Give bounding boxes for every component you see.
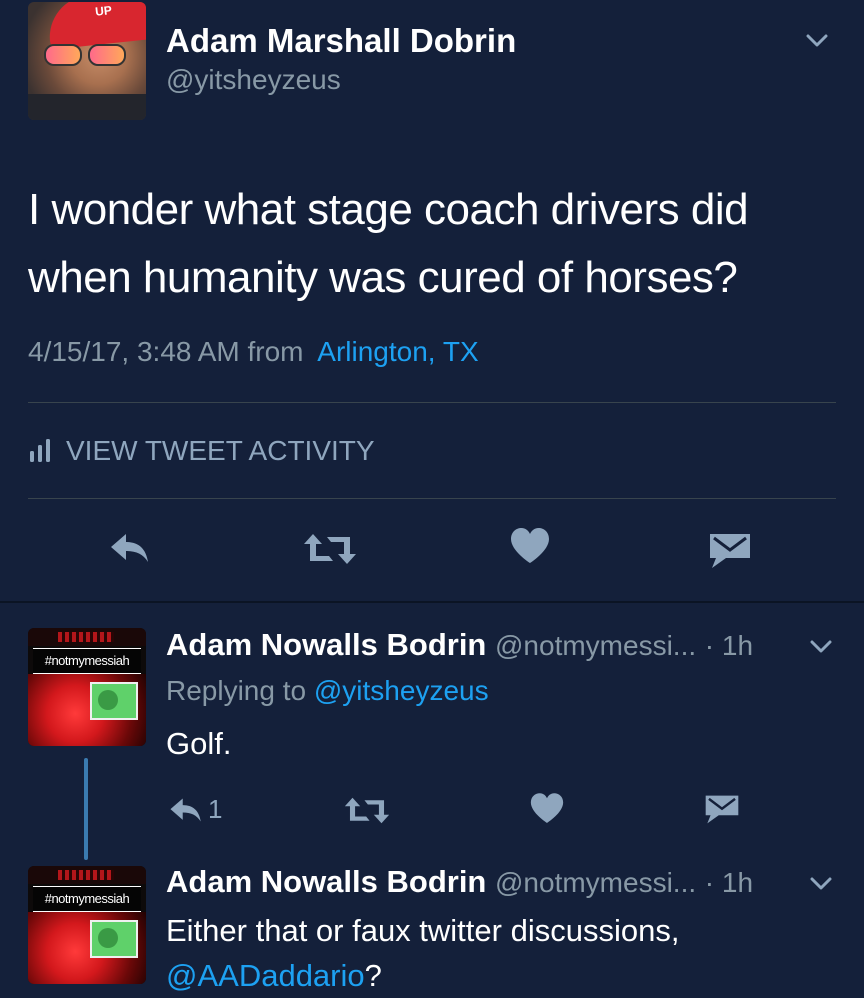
main-tweet-location-link[interactable]: Arlington, TX xyxy=(317,336,478,367)
main-tweet-menu-chevron-down-icon[interactable] xyxy=(806,34,828,53)
retweet-button[interactable] xyxy=(303,532,357,566)
main-tweet-timestamp: 4/15/17, 3:48 AM xyxy=(28,336,240,367)
replying-to-mention-link[interactable]: @yitsheyzeus xyxy=(314,675,489,706)
avatar-header-strip xyxy=(28,866,146,884)
avatar-cap-text: UP xyxy=(94,3,113,19)
direct-message-button[interactable] xyxy=(708,532,752,570)
main-tweet-meta: 4/15/17, 3:48 AM from Arlington, TX xyxy=(28,336,479,368)
main-tweet-text: I wonder what stage coach drivers did wh… xyxy=(28,176,749,312)
reply-2-header: Adam Nowalls Bodrin @notmymessi... · 1h xyxy=(166,864,753,900)
main-tweet-text-line-2: when humanity was cured of horses? xyxy=(28,253,738,302)
reply-1-reply-button[interactable]: 1 xyxy=(168,794,222,825)
thread-connector-line xyxy=(84,758,88,860)
reply-1-replying-to: Replying to @yitsheyzeus xyxy=(166,675,489,707)
view-tweet-activity-label: VIEW TWEET ACTIVITY xyxy=(66,435,375,466)
reply-1-avatar[interactable]: #notmymessiah xyxy=(28,628,146,746)
reply-arrow-icon xyxy=(170,798,201,821)
main-tweet-avatar[interactable]: UP xyxy=(28,2,146,120)
reply-1-text: Golf. xyxy=(166,726,232,761)
reply-1-handle[interactable]: @notmymessi... xyxy=(495,630,696,661)
main-tweet-from-label: from xyxy=(247,336,304,367)
avatar-sunglasses xyxy=(44,44,130,66)
reply-1-menu-chevron-down-icon[interactable] xyxy=(810,640,832,659)
reply-1-time: · 1h xyxy=(704,630,754,661)
avatar-hashtag-text: #notmymessiah xyxy=(33,648,141,674)
reply-2-menu-chevron-down-icon[interactable] xyxy=(810,877,832,896)
reply-1-direct-message-button[interactable] xyxy=(704,794,740,830)
envelope-icon xyxy=(710,534,750,568)
heart-icon xyxy=(530,793,564,823)
main-tweet-handle[interactable]: @yitsheyzeus xyxy=(166,64,341,96)
avatar-header-strip xyxy=(28,628,146,646)
main-tweet-display-name[interactable]: Adam Marshall Dobrin xyxy=(166,22,516,60)
main-tweet-text-line-1: I wonder what stage coach drivers did xyxy=(28,185,749,234)
avatar-green-square xyxy=(90,920,138,958)
divider xyxy=(28,402,836,403)
retweet-icon xyxy=(304,534,356,564)
heart-icon xyxy=(511,528,549,563)
reply-2-text-end: ? xyxy=(364,958,382,993)
reply-1-like-button[interactable] xyxy=(530,793,564,829)
reply-button[interactable] xyxy=(108,530,152,566)
reply-1-header: Adam Nowalls Bodrin @notmymessi... · 1h xyxy=(166,627,753,663)
avatar-shirt xyxy=(28,94,146,120)
reply-2-mention-link[interactable]: @AADaddario xyxy=(166,958,365,993)
reply-2-time: · 1h xyxy=(704,867,754,898)
reply-arrow-icon xyxy=(111,534,148,562)
reply-2-text-line-2: @AADaddario? xyxy=(166,953,679,998)
reply-1-display-name[interactable]: Adam Nowalls Bodrin xyxy=(166,627,486,662)
section-divider xyxy=(0,601,864,603)
reply-2-avatar[interactable]: #notmymessiah xyxy=(28,866,146,984)
avatar-hashtag-text: #notmymessiah xyxy=(33,886,141,912)
replying-to-label: Replying to xyxy=(166,675,307,706)
avatar-cap: UP xyxy=(45,2,146,50)
reply-2-handle[interactable]: @notmymessi... xyxy=(495,867,696,898)
reply-2-text: Either that or faux twitter discussions,… xyxy=(166,908,679,998)
avatar-green-square xyxy=(90,682,138,720)
bar-chart-icon xyxy=(30,439,50,462)
envelope-icon xyxy=(705,795,739,824)
like-button[interactable] xyxy=(510,528,550,564)
retweet-icon xyxy=(344,797,390,824)
divider xyxy=(28,498,836,499)
reply-1-reply-count: 1 xyxy=(208,794,223,824)
reply-2-text-line-1: Either that or faux twitter discussions, xyxy=(166,913,680,948)
view-tweet-activity-button[interactable]: VIEW TWEET ACTIVITY xyxy=(28,434,375,468)
reply-1-retweet-button[interactable] xyxy=(344,796,390,830)
reply-2-display-name[interactable]: Adam Nowalls Bodrin xyxy=(166,864,486,899)
